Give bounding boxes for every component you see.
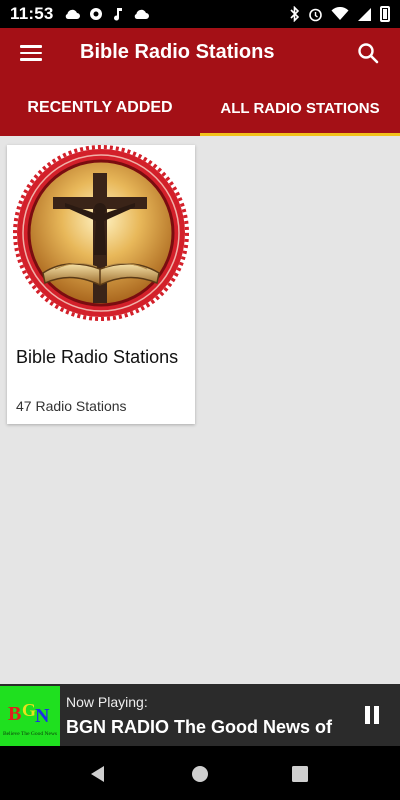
svg-text:G: G — [22, 700, 36, 720]
recents-icon[interactable] — [291, 765, 309, 783]
navigation-bar — [0, 746, 400, 800]
app-bar: Bible Radio Stations — [0, 28, 400, 80]
station-card-title: Bible Radio Stations — [16, 347, 179, 367]
track-title: BGN RADIO The Good News of — [66, 717, 333, 737]
aperture-icon — [89, 8, 102, 20]
status-bar: 11:53 — [0, 0, 400, 28]
svg-text:B: B — [8, 703, 21, 725]
search-icon[interactable] — [356, 41, 380, 65]
svg-text:N: N — [35, 705, 50, 727]
svg-text:Believe The Good News: Believe The Good News — [3, 731, 57, 737]
bgn-logo: B G N Believe The Good News — [0, 686, 60, 746]
now-playing-bar[interactable]: B G N Believe The Good News Now Playing:… — [0, 684, 400, 746]
now-playing-label: Now Playing: — [66, 694, 148, 710]
battery-icon — [380, 6, 390, 22]
alarm-icon — [309, 8, 322, 21]
tab-all-radio-stations[interactable]: ALL RADIO STATIONS — [200, 80, 400, 136]
music-note-icon — [113, 8, 122, 21]
tab-bar: RECENTLY ADDED ALL RADIO STATIONS — [0, 80, 400, 136]
bluetooth-icon — [290, 6, 300, 22]
pause-icon[interactable] — [364, 706, 380, 724]
menu-icon[interactable] — [20, 44, 42, 62]
cloud-check-icon — [65, 9, 80, 19]
home-icon[interactable] — [190, 764, 210, 784]
station-card-count: 47 Radio Stations — [16, 398, 127, 414]
wifi-icon — [331, 7, 349, 20]
back-icon[interactable] — [88, 764, 108, 784]
crucifix-bible-emblem — [7, 145, 195, 333]
station-card[interactable]: Bible Radio Stations 47 Radio Stations — [7, 145, 195, 424]
cloud-check-icon — [134, 9, 149, 19]
status-time: 11:53 — [10, 4, 54, 23]
page-title: Bible Radio Stations — [80, 41, 275, 63]
tab-recently-added[interactable]: RECENTLY ADDED — [0, 80, 200, 136]
signal-icon — [358, 7, 371, 21]
